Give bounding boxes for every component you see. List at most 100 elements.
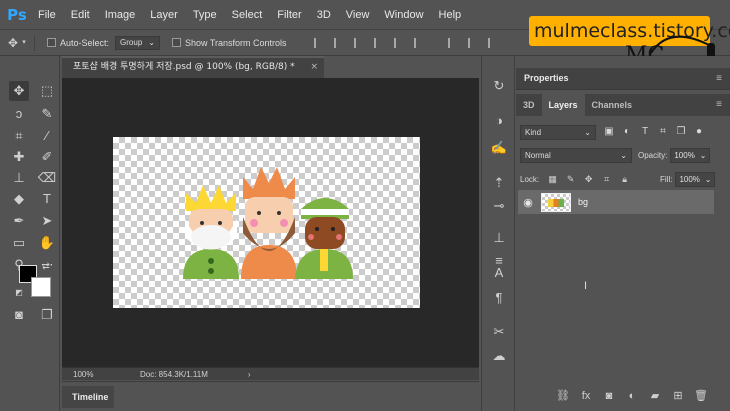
menu-layer[interactable]: Layer xyxy=(150,9,178,21)
adjustment-layer-icon[interactable]: ◐ xyxy=(625,389,639,403)
default-colors-icon[interactable]: ◩ xyxy=(14,288,24,298)
menu-select[interactable]: Select xyxy=(232,9,263,21)
smart-object-filter-icon[interactable]: ❐ xyxy=(676,127,686,137)
tab-layers[interactable]: Layers xyxy=(541,94,585,116)
marquee-tool-icon[interactable]: ⬚ xyxy=(37,81,57,101)
pen-tool-icon[interactable]: ✒ xyxy=(9,211,29,231)
align-top-icon[interactable] xyxy=(313,37,324,48)
align-left-icon[interactable] xyxy=(373,37,384,48)
adjustments-icon[interactable]: ⊸ xyxy=(489,196,509,216)
auto-select-checkbox[interactable] xyxy=(47,38,56,47)
color-icon[interactable]: ◑ xyxy=(489,111,509,131)
distribute-vcenter-icon[interactable] xyxy=(467,37,478,48)
menu-filter[interactable]: Filter xyxy=(277,9,301,21)
menu-3d[interactable]: 3D xyxy=(317,9,331,21)
document-title: 포토샵 배경 투명하게 저장.psd @ 100% (bg, RGB/8) * xyxy=(73,62,295,72)
distribute-bottom-icon[interactable] xyxy=(487,37,498,48)
opacity-label: Opacity: xyxy=(638,151,668,160)
usb-icon[interactable]: ⇡ xyxy=(489,173,509,193)
lock-image-icon[interactable]: ✎ xyxy=(566,175,575,184)
character-icon[interactable]: A xyxy=(489,263,509,283)
swap-colors-icon[interactable]: ⇄ xyxy=(40,260,52,272)
document-canvas[interactable] xyxy=(113,137,420,308)
distribute-top-icon[interactable] xyxy=(447,37,458,48)
quick-mask-icon[interactable]: ◙ xyxy=(9,305,29,325)
layers-menu-icon[interactable]: ≡ xyxy=(716,99,722,110)
clone-source-icon[interactable]: ⊥ xyxy=(489,228,509,248)
fill-input[interactable]: 100% ⌄ xyxy=(675,172,716,187)
crop-tool-icon[interactable]: ⌗ xyxy=(9,126,29,146)
new-group-icon[interactable]: ▰ xyxy=(648,389,662,403)
link-layers-icon[interactable]: ⛓ xyxy=(556,389,570,403)
adjustment-filter-icon[interactable]: ◐ xyxy=(622,127,632,137)
history-icon[interactable]: ↻ xyxy=(489,76,509,96)
fill-row: Fill: 100% ⌄ xyxy=(654,172,716,187)
visibility-eye-icon[interactable]: ◉ xyxy=(518,196,538,209)
menu-image[interactable]: Image xyxy=(105,9,136,21)
tab-channels[interactable]: Channels xyxy=(585,94,640,116)
add-mask-icon[interactable]: ◙ xyxy=(602,389,616,403)
shape-filter-icon[interactable]: ⌗ xyxy=(658,127,668,137)
menu-file[interactable]: File xyxy=(38,9,56,21)
clone-stamp-tool-icon[interactable]: ⊥ xyxy=(9,168,29,188)
align-right-icon[interactable] xyxy=(413,37,424,48)
menu-edit[interactable]: Edit xyxy=(71,9,90,21)
timeline-tab[interactable]: Timeline xyxy=(62,386,114,408)
lasso-tool-icon[interactable]: ↄ xyxy=(9,104,29,124)
new-layer-icon[interactable]: ⊞ xyxy=(671,389,685,403)
lock-all-icon[interactable]: 🔒︎ xyxy=(620,175,629,184)
show-transform-checkbox[interactable] xyxy=(171,38,181,47)
close-icon[interactable]: × xyxy=(310,58,318,77)
layer-thumbnail xyxy=(541,192,571,212)
trash-icon[interactable]: 🗑︎ xyxy=(694,389,708,403)
align-hcenter-icon[interactable] xyxy=(393,37,404,48)
path-selection-tool-icon[interactable]: ➤ xyxy=(37,211,57,231)
paragraph-icon[interactable]: ¶ xyxy=(489,288,509,308)
pixel-filter-icon[interactable]: ▣ xyxy=(604,127,614,137)
document-tab[interactable]: 포토샵 배경 투명하게 저장.psd @ 100% (bg, RGB/8) * … xyxy=(62,56,324,78)
libraries-icon[interactable]: ☁ xyxy=(489,346,509,366)
lock-transparent-icon[interactable]: ▦ xyxy=(548,175,557,184)
blend-mode-dropdown[interactable]: Normal ⌄ xyxy=(520,148,632,163)
chevron-down-icon[interactable]: ▾ xyxy=(20,36,28,50)
auto-select-dropdown[interactable]: Group ⌄ xyxy=(115,35,160,50)
healing-brush-tool-icon[interactable]: ✚ xyxy=(9,147,29,167)
move-tool-icon[interactable]: ✥ xyxy=(9,81,29,101)
tab-3d[interactable]: 3D xyxy=(516,94,542,116)
screen-mode-icon[interactable]: ❐ xyxy=(37,305,57,325)
menu-window[interactable]: Window xyxy=(384,9,423,21)
hand-tool-icon[interactable]: ✋ xyxy=(37,233,57,253)
opacity-input[interactable]: 100% ⌄ xyxy=(670,148,711,163)
properties-menu-icon[interactable]: ≡ xyxy=(716,73,722,84)
brush-tool-icon[interactable]: ✐ xyxy=(37,147,57,167)
properties-header[interactable]: Properties ≡ xyxy=(516,68,730,90)
eraser-tool-icon[interactable]: ⌫ xyxy=(37,168,57,188)
quick-select-tool-icon[interactable]: ✎ xyxy=(37,104,57,124)
menu-view[interactable]: View xyxy=(346,9,370,21)
eyedropper-tool-icon[interactable]: ⁄ xyxy=(37,126,57,146)
type-filter-icon[interactable]: T xyxy=(640,127,650,137)
status-arrow-icon[interactable]: › xyxy=(248,370,251,379)
shape-tool-icon[interactable]: ▭ xyxy=(9,233,29,253)
lock-position-icon[interactable]: ✥ xyxy=(584,175,593,184)
menu-help[interactable]: Help xyxy=(439,9,462,21)
filter-toggle-icon[interactable]: ● xyxy=(694,127,704,137)
menu-type[interactable]: Type xyxy=(193,9,217,21)
kind-filter-dropdown[interactable]: Kind ⌄ xyxy=(520,124,596,140)
background-color-swatch[interactable] xyxy=(31,277,51,297)
layer-name[interactable]: bg xyxy=(578,197,588,207)
zoom-level[interactable]: 100% xyxy=(62,370,100,379)
properties-title: Properties xyxy=(524,73,569,83)
move-icon[interactable]: ✥ xyxy=(6,36,20,50)
align-bottom-icon[interactable] xyxy=(353,37,364,48)
paint-bucket-tool-icon[interactable]: ◆ xyxy=(9,189,29,209)
type-tool-icon[interactable]: T xyxy=(37,189,57,209)
brush-presets-icon[interactable]: ✍ xyxy=(489,138,509,158)
lock-artboard-icon[interactable]: ⌗ xyxy=(602,175,611,184)
layer-row[interactable]: ◉ bg xyxy=(518,190,714,214)
fx-icon[interactable]: fx xyxy=(579,389,593,403)
canvas-area[interactable] xyxy=(62,78,479,367)
align-vcenter-icon[interactable] xyxy=(333,37,344,48)
tools-icon[interactable]: ✂ xyxy=(489,322,509,342)
three-kings-illustration xyxy=(183,167,353,279)
